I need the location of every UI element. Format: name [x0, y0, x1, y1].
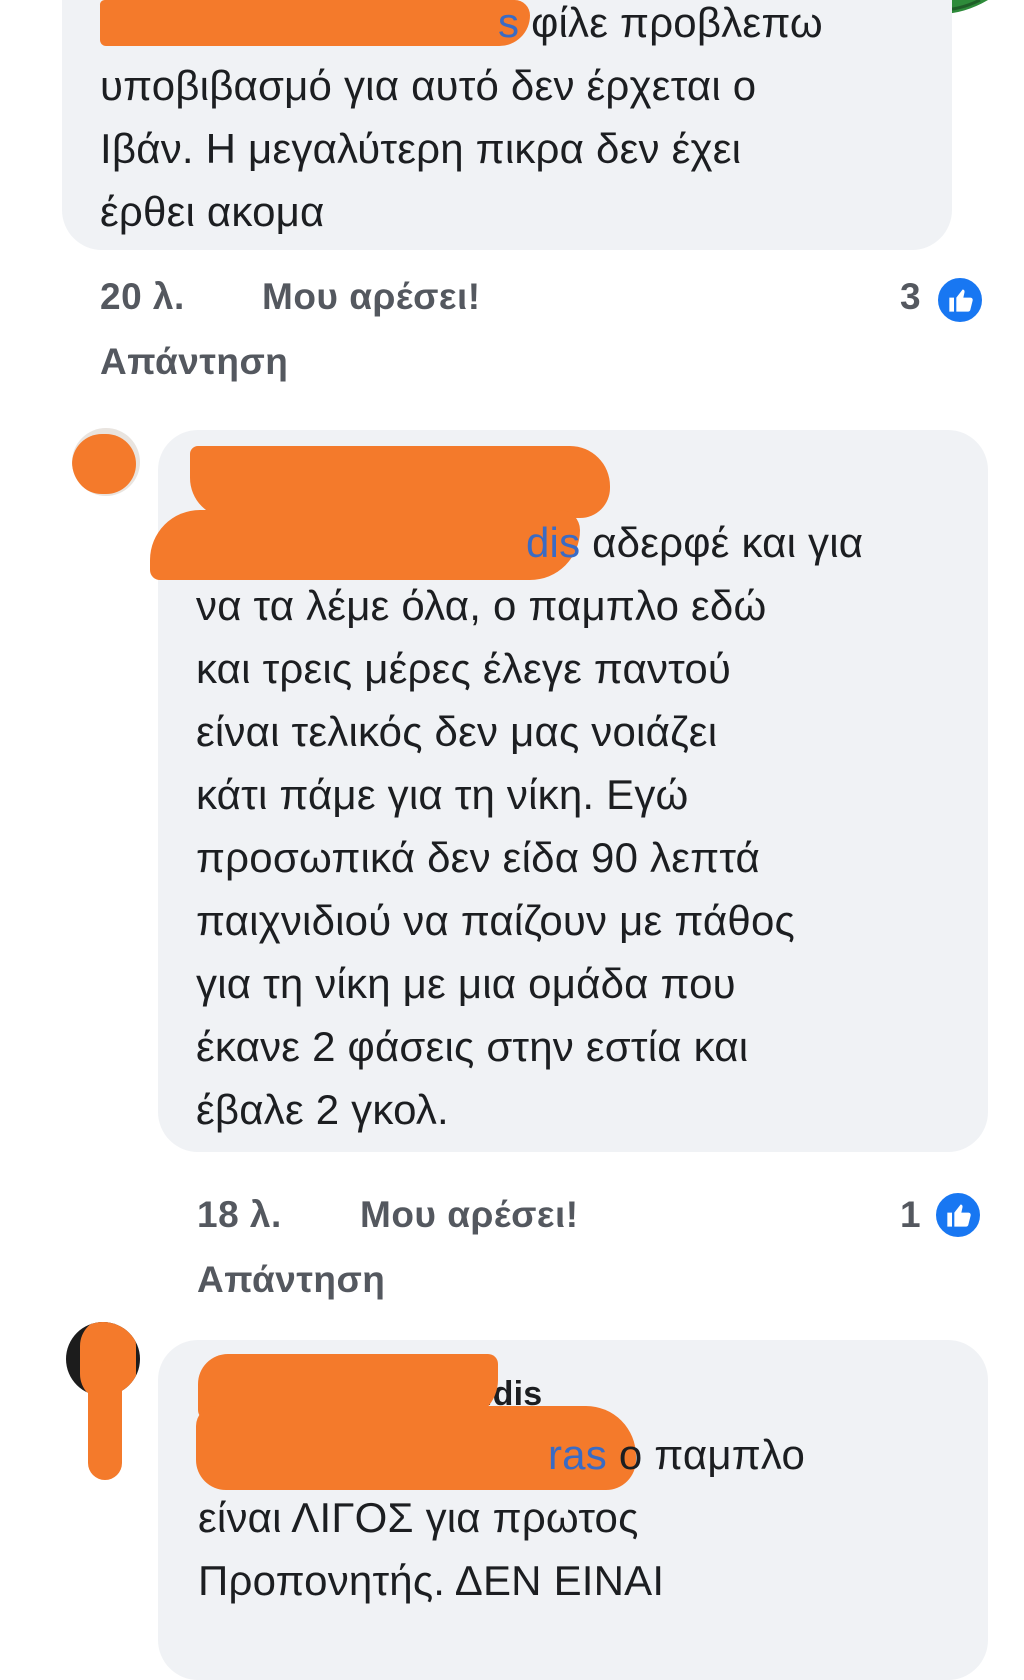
redaction-mark: [190, 446, 610, 518]
redaction-mark: [88, 1360, 122, 1480]
comment-text: s φίλε προβλεπω υποβιβασμό για αυτό δεν …: [100, 0, 823, 235]
comment-text: ras ο παμπλο είναι ΛΙΓΟΣ για πρωτος Προπ…: [198, 1431, 806, 1604]
mention-link[interactable]: dis: [526, 519, 580, 566]
reaction-count[interactable]: 1: [900, 1194, 921, 1236]
redaction-mark: [72, 434, 136, 494]
like-action-button[interactable]: Μου αρέσει!: [262, 276, 481, 318]
comment-text: dis αδερφέ και για να τα λέμε όλα, ο παμ…: [196, 519, 864, 1133]
mention-link[interactable]: s: [498, 0, 519, 46]
comment-timestamp[interactable]: 18 λ.: [197, 1194, 282, 1236]
reaction-count[interactable]: 3: [900, 276, 921, 318]
like-thumb-icon[interactable]: [935, 275, 985, 325]
reply-action-button[interactable]: Απάντηση: [100, 341, 288, 383]
avatar[interactable]: [72, 428, 140, 496]
like-action-button[interactable]: Μου αρέσει!: [360, 1194, 579, 1236]
like-thumb-icon[interactable]: [933, 1190, 983, 1240]
comment-timestamp[interactable]: 20 λ.: [100, 276, 185, 318]
mention-link[interactable]: ras: [548, 1431, 607, 1478]
reply-action-button[interactable]: Απάντηση: [197, 1259, 385, 1301]
